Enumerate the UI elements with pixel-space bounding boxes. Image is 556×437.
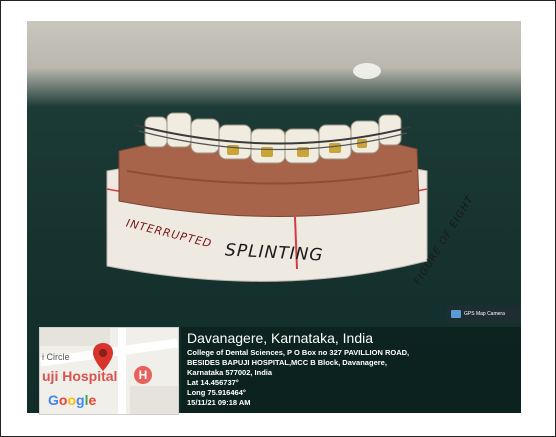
google-logo: Google	[48, 392, 97, 408]
camera-icon	[451, 310, 461, 318]
address-line-1: College of Dental Sciences, P O Box no 3…	[187, 348, 410, 357]
image-frame: INTERRUPTED SPLINTING FIGURE OF EIGHT i …	[0, 0, 556, 437]
location-city: Davanagere, Karnataka, India	[187, 330, 374, 346]
address-line-3: Karnataka 577002, India	[187, 368, 273, 377]
map-circle-label: i Circle	[42, 352, 70, 362]
longitude: Long 75.916464°	[187, 388, 246, 397]
address-line-2: BESIDES BAPUJI HOSPITAL,MCC B Block, Dav…	[187, 358, 387, 367]
map-thumbnail[interactable]: i Circle uji Hospital H Google	[39, 327, 179, 415]
hospital-marker-icon: H	[134, 366, 152, 384]
badge-text: GPS Map Camera	[464, 311, 505, 317]
gps-map-camera-badge: GPS Map Camera	[447, 305, 521, 323]
latitude: Lat 14.456737°	[187, 378, 239, 387]
timestamp: 15/11/21 09:18 AM	[187, 398, 251, 407]
location-pin-icon	[93, 343, 113, 371]
gps-overlay: i Circle uji Hospital H Google GPS Map C…	[39, 305, 521, 415]
location-info-panel: Davanagere, Karnataka, India College of …	[181, 327, 521, 413]
